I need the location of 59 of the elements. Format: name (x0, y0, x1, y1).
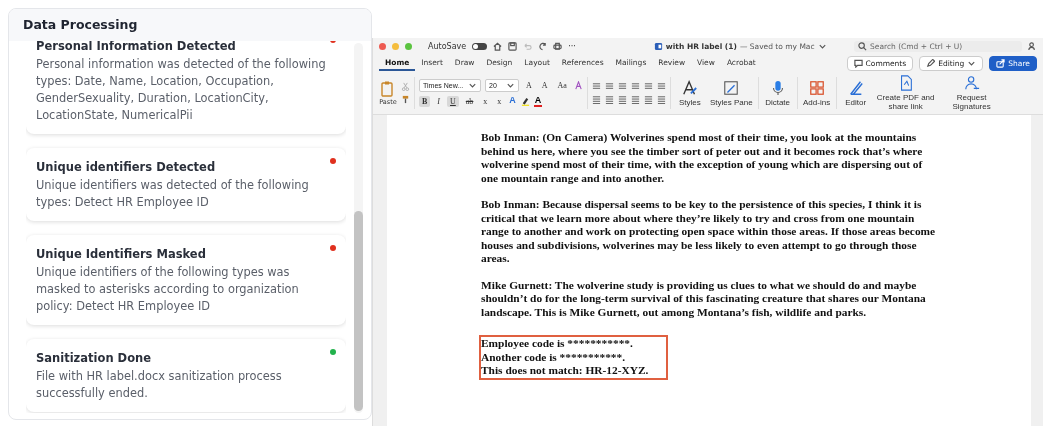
redo-icon[interactable] (538, 41, 548, 51)
change-case-button[interactable]: Aa (554, 80, 570, 91)
share-icon (996, 58, 1006, 68)
word-document-icon (653, 41, 663, 51)
styles-pane-icon (723, 79, 740, 96)
autosave-toggle[interactable] (472, 42, 488, 50)
pencil-icon (926, 58, 936, 68)
close-button[interactable] (379, 42, 386, 50)
chevron-down-icon (506, 81, 515, 90)
person-sign-icon (963, 75, 980, 91)
document-line: This does not match: HR-12-XYZ. (481, 364, 649, 378)
home-icon[interactable] (493, 41, 503, 51)
document-line: Employee code is ***********. (481, 337, 634, 351)
autosave-label: AutoSave (428, 41, 467, 51)
event-description: Unique identifiers was detected of the following types: Detect HR Employee ID (36, 177, 310, 211)
dictate-button[interactable]: Dictate (762, 79, 793, 107)
bold-button[interactable]: B (419, 96, 431, 107)
italic-button[interactable]: I (434, 96, 443, 107)
event-title: Unique Identifiers Masked (36, 247, 207, 261)
event-description: Personal information was detected of the following types: Date, Name, Location, Occupation, GenderSexuality, Duration, LocationCity, LocationState, NumericalPii (36, 56, 327, 124)
grid-icon (808, 79, 825, 96)
shrink-font-button[interactable]: A (538, 80, 551, 91)
document-paragraph: Mike Gurnett: The wolverine study is providing us clues to what we should do and maybe shouldn’t do for the long-term survival of this fascinating creature that shares our Montana landscape. This is Mike Gurnett, out among Montana’s fish, wildlife and parks. (481, 278, 927, 319)
styles-button[interactable]: Styles (674, 79, 705, 107)
share-people-icon[interactable] (1028, 41, 1037, 51)
underline-button[interactable]: U (447, 96, 459, 107)
print-icon[interactable] (553, 41, 563, 51)
highlighter-icon[interactable] (520, 97, 530, 106)
text-effects-button[interactable]: A (508, 96, 517, 107)
scrollbar-thumb[interactable] (354, 211, 363, 411)
strikethrough-button[interactable]: ab (462, 96, 477, 107)
panel-title: Data Processing (9, 9, 371, 41)
document-paragraph: Bob Inman: (On Camera) Wolverines spend most of their time, you look at the mountains behind us here, where you see the timber sort of peter out and it becomes rock that’s where wolverine spend most of their time, with the exception of young which are dispersing out of one mountain range and into another. (481, 131, 924, 185)
clear-formatting-icon[interactable] (573, 81, 583, 90)
comment-icon (853, 58, 863, 68)
styles-icon (681, 79, 698, 96)
event-description: File with HR label.docx sanitization process successfully ended. (36, 368, 283, 402)
search-icon (858, 41, 867, 51)
superscript-button[interactable]: x (494, 96, 505, 107)
event-title: Sanitization Done (36, 351, 153, 365)
subscript-button[interactable]: x (480, 96, 491, 107)
grow-font-button[interactable]: A (523, 80, 535, 91)
editor-button[interactable]: Editor (840, 79, 871, 107)
chevron-down-icon (468, 81, 477, 90)
format-painter-icon[interactable] (401, 95, 410, 104)
font-color-button[interactable]: A (533, 96, 543, 107)
more-button[interactable]: ··· (568, 41, 576, 51)
event-title: Unique identifiers Detected (36, 160, 217, 174)
sign-button[interactable]: Request Signatures (940, 75, 1003, 111)
document-line: Another code is ***********. (481, 350, 627, 364)
scrollbar[interactable] (354, 43, 363, 413)
event-title: Personal Information Detected (36, 41, 237, 53)
addins-button[interactable]: Add-ins (801, 79, 832, 107)
pdf-button[interactable]: Create PDF and share link (874, 75, 937, 111)
styles-pane-button[interactable]: Styles Pane (708, 79, 754, 107)
pen-icon (847, 79, 864, 96)
document-paragraph: Bob Inman: Because dispersal seems to be key to the persistence of this species, I think it is critical that we learn more about where they’re likely to try and cross from one mountain range to another and work on protecting open space within those areas. If those areas become houses and subdivisions, wolverines may be less likely to even attempt to go through those areas. (481, 198, 937, 266)
event-description: Unique identifiers of the following types was masked to asterisks according to organization policy: Detect HR Employee ID (36, 264, 300, 315)
save-icon[interactable] (508, 41, 518, 51)
